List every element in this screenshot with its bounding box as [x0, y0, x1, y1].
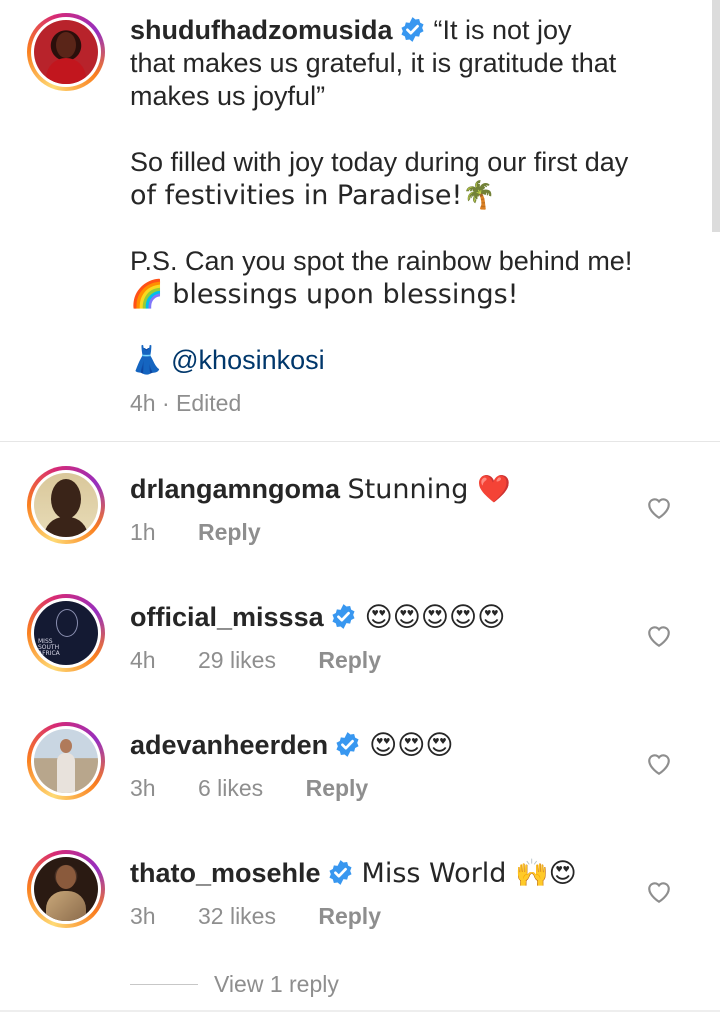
comment-text: official_misssa 😍😍😍😍😍: [130, 601, 505, 634]
comment-meta: 1h Reply: [130, 519, 297, 546]
verified-badge-icon: [400, 17, 424, 42]
comment-text: adevanheerden 😍😍😍: [130, 729, 454, 762]
caption-para2-line1: So filled with joy today during our firs…: [130, 147, 629, 177]
caption-username[interactable]: shudufhadzomusida: [130, 15, 393, 45]
comment-time: 3h: [130, 775, 156, 801]
comment-meta: 3h 6 likes Reply: [130, 775, 404, 802]
comment-likes[interactable]: 6 likes: [198, 775, 263, 801]
like-heart-icon[interactable]: [646, 880, 672, 904]
verified-badge-icon: [332, 604, 355, 629]
comment-meta: 4h 29 likes Reply: [130, 647, 417, 674]
divider: [0, 441, 720, 442]
comment-avatar-ring[interactable]: [27, 466, 105, 544]
caption-quote-line1: “It is not joy: [433, 15, 572, 45]
comment-item: thato_mosehle Miss World 🙌😍 3h 32 likes R…: [0, 844, 712, 972]
mention-link[interactable]: @khosinkosi: [171, 345, 324, 375]
comment-time: 4h: [130, 647, 156, 673]
view-replies-label: View 1 reply: [214, 971, 339, 997]
comment-username[interactable]: drlangamngoma: [130, 474, 340, 504]
caption-quote-line2: that makes us grateful, it is gratitude …: [130, 48, 617, 78]
like-heart-icon[interactable]: [646, 752, 672, 776]
comment-avatar-ring[interactable]: [27, 722, 105, 800]
avatar[interactable]: MISS SOUTH AFRICA: [34, 601, 98, 665]
verified-badge-icon: [329, 860, 352, 885]
reply-thread-line: [130, 984, 198, 985]
comment-item: drlangamngoma Stunning ❤️ 1h Reply: [0, 460, 712, 588]
comment-time: 3h: [130, 903, 156, 929]
reply-button[interactable]: Reply: [198, 519, 261, 545]
scrollbar[interactable]: [712, 0, 720, 232]
comment-text: thato_mosehle Miss World 🙌😍: [130, 857, 577, 890]
comment-likes[interactable]: 32 likes: [198, 903, 276, 929]
caption-para3-line2: 🌈 blessings upon blessings!: [130, 279, 519, 310]
verified-badge-icon: [336, 732, 359, 757]
view-replies-button[interactable]: View 1 reply: [130, 971, 339, 998]
caption-text: shudufhadzomusida “It is not joy that mak…: [130, 14, 632, 377]
like-heart-icon[interactable]: [646, 496, 672, 520]
comment-text: drlangamngoma Stunning ❤️: [130, 473, 511, 506]
comment-avatar-ring[interactable]: [27, 850, 105, 928]
avatar[interactable]: [34, 729, 98, 793]
comment-body: Miss World 🙌😍: [361, 858, 577, 889]
reply-button[interactable]: Reply: [306, 775, 369, 801]
comment-item: MISS SOUTH AFRICA official_misssa 😍😍😍😍😍 4h …: [0, 588, 712, 716]
comment-body: 😍😍😍😍😍: [364, 602, 506, 633]
comment-body: Stunning ❤️: [347, 474, 511, 505]
comment-body: 😍😍😍: [369, 730, 454, 761]
reply-button[interactable]: Reply: [318, 903, 381, 929]
caption-avatar-ring[interactable]: [27, 13, 105, 91]
comment-username[interactable]: adevanheerden: [130, 730, 328, 760]
like-heart-icon[interactable]: [646, 624, 672, 648]
avatar[interactable]: [34, 20, 98, 84]
comment-avatar-ring[interactable]: MISS SOUTH AFRICA: [27, 594, 105, 672]
reply-button[interactable]: Reply: [318, 647, 381, 673]
caption-time-edited: 4h · Edited: [130, 390, 242, 416]
comment-username[interactable]: official_misssa: [130, 602, 324, 632]
caption-meta: 4h · Edited: [130, 390, 277, 417]
post-caption: shudufhadzomusida “It is not joy that mak…: [0, 0, 712, 440]
caption-para2-line2: of festivities in Paradise!🌴: [130, 180, 496, 211]
comment-time: 1h: [130, 519, 156, 545]
avatar[interactable]: [34, 857, 98, 921]
comment-username[interactable]: thato_mosehle: [130, 858, 321, 888]
comment-meta: 3h 32 likes Reply: [130, 903, 417, 930]
caption-quote-line3: makes us joyful”: [130, 81, 326, 111]
avatar[interactable]: [34, 473, 98, 537]
comment-likes[interactable]: 29 likes: [198, 647, 276, 673]
caption-para3-line1: P.S. Can you spot the rainbow behind me!: [130, 246, 633, 276]
comment-item: adevanheerden 😍😍😍 3h 6 likes Reply: [0, 716, 712, 844]
dress-emoji: 👗: [130, 345, 164, 376]
